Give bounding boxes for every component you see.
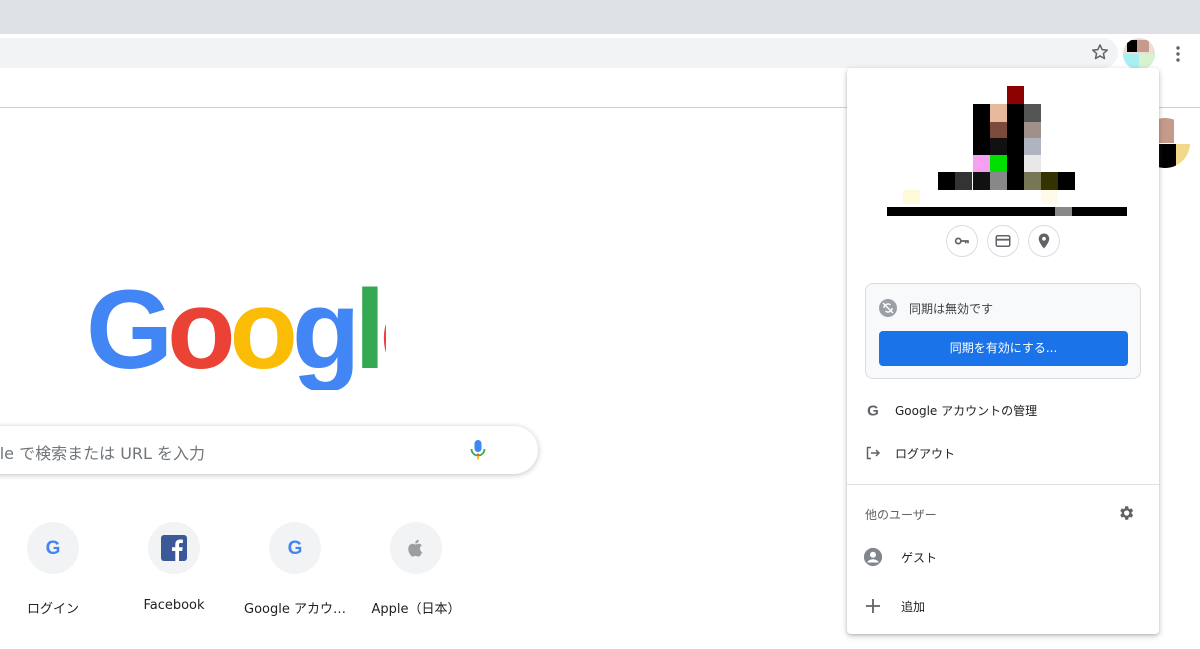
- shortcut-label: Google アカウ…: [244, 602, 346, 617]
- apple-icon: [408, 539, 423, 557]
- search-placeholder: oogle で検索または URL を入力: [0, 444, 206, 463]
- logout-icon: [863, 443, 883, 463]
- enable-sync-button[interactable]: 同期を有効にする...: [879, 331, 1128, 366]
- account-circle-icon: [863, 547, 883, 567]
- shortcut-label: Apple（日本）: [371, 602, 461, 617]
- shortcut-icon-circle: [390, 522, 442, 574]
- manage-account-item[interactable]: G Google アカウントの管理: [847, 392, 1159, 428]
- guest-label: ゲスト: [901, 551, 938, 565]
- shortcut-icon-circle: G: [27, 522, 79, 574]
- manage-account-label: Google アカウントの管理: [895, 404, 1038, 418]
- payment-methods-button[interactable]: [987, 225, 1019, 257]
- location-pin-icon: [1038, 233, 1050, 249]
- svg-text:G: G: [46, 538, 61, 559]
- credit-card-icon: [995, 235, 1011, 247]
- sync-card: 同期は無効です 同期を有効にする...: [865, 283, 1141, 379]
- svg-text:G: G: [288, 538, 303, 559]
- shortcut-label: Facebook: [143, 598, 205, 613]
- shortcut-icon-circle: G: [269, 522, 321, 574]
- shortcut-icon-circle: [148, 522, 200, 574]
- logout-item[interactable]: ログアウト: [847, 435, 1159, 471]
- shortcut-tile[interactable]: G ログイン: [0, 522, 109, 622]
- profile-avatar-button[interactable]: [1123, 38, 1155, 70]
- google-g-icon: G: [288, 538, 303, 559]
- svg-text:Google: Google: [86, 280, 386, 390]
- shortcut-label: ログイン: [26, 602, 79, 617]
- shortcut-tile[interactable]: Apple（日本）: [360, 522, 472, 622]
- add-user-label: 追加: [901, 600, 926, 614]
- gear-icon[interactable]: [1117, 504, 1135, 522]
- shortcut-tile[interactable]: Facebook: [118, 522, 230, 622]
- addresses-button[interactable]: [1028, 225, 1060, 257]
- plus-icon: [863, 596, 883, 616]
- avatar-image: [1123, 38, 1155, 70]
- search-box[interactable]: oogle で検索または URL を入力: [0, 426, 538, 474]
- kebab-menu-icon[interactable]: [1170, 43, 1186, 65]
- google-g-icon: G: [46, 538, 61, 559]
- logout-label: ログアウト: [895, 447, 956, 461]
- sync-disabled-icon: [879, 299, 897, 317]
- microphone-icon[interactable]: [468, 438, 488, 462]
- google-logo: Google: [86, 280, 386, 390]
- passwords-button[interactable]: [946, 225, 978, 257]
- menu-divider: [847, 484, 1159, 485]
- svg-text:G: G: [867, 403, 879, 419]
- star-icon[interactable]: [1090, 42, 1110, 62]
- key-icon: [954, 237, 969, 245]
- guest-item[interactable]: ゲスト: [847, 539, 1159, 575]
- address-bar[interactable]: [0, 38, 1118, 68]
- profile-avatar-large: [887, 86, 1127, 216]
- google-g-icon: G: [863, 400, 883, 420]
- shortcut-tile[interactable]: G Google アカウ…: [239, 522, 351, 622]
- tab-strip: [0, 0, 1200, 34]
- other-users-heading: 他のユーザー: [865, 508, 937, 522]
- facebook-icon: [161, 535, 187, 561]
- add-user-item[interactable]: 追加: [847, 588, 1159, 624]
- sync-status-text: 同期は無効です: [909, 302, 994, 316]
- profile-menu: 同期は無効です 同期を有効にする... G Google アカウントの管理 ログ…: [847, 68, 1159, 634]
